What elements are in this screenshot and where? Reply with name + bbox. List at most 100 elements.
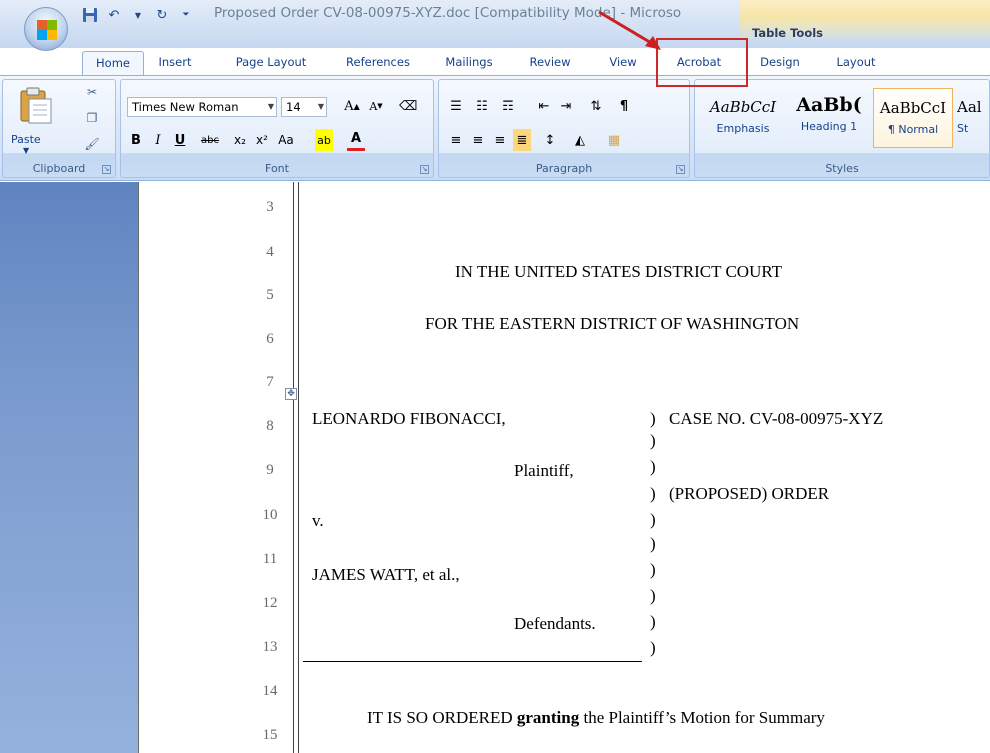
style-name: ¶ Normal bbox=[887, 123, 939, 136]
paste-dropdown-icon[interactable]: ▼ bbox=[23, 146, 29, 155]
cut-icon[interactable]: ✂ bbox=[83, 84, 101, 100]
chevron-down-icon[interactable]: ▼ bbox=[318, 98, 324, 116]
plaintiff-role: Plaintiff, bbox=[514, 461, 574, 480]
change-case-icon[interactable]: Aa bbox=[277, 129, 295, 151]
style-name: Emphasis bbox=[716, 122, 770, 135]
acrobat-highlight-box bbox=[656, 38, 748, 87]
style-emphasis[interactable]: AaBbCcI Emphasis bbox=[703, 88, 783, 148]
styles-group: AaBbCcI Emphasis AaBb( Heading 1 AaBbCcI… bbox=[694, 79, 990, 178]
increase-indent-icon[interactable]: ⇥ bbox=[557, 95, 575, 117]
style-normal[interactable]: AaBbCcI ¶ Normal bbox=[873, 88, 953, 148]
bold-icon[interactable]: B bbox=[127, 129, 145, 151]
numbering-icon[interactable]: ☷ bbox=[473, 95, 491, 117]
chevron-down-icon[interactable]: ▼ bbox=[128, 6, 148, 24]
customize-icon[interactable]: ⏷ bbox=[176, 6, 196, 24]
court-heading-line-2: FOR THE EASTERN DISTRICT OF WASHINGTON bbox=[425, 314, 800, 333]
tab-layout[interactable]: Layout bbox=[828, 51, 884, 75]
justify-icon[interactable]: ≣ bbox=[513, 129, 531, 151]
order-text-bold: granting bbox=[516, 708, 580, 727]
tab-home[interactable]: Home bbox=[82, 51, 144, 77]
font-color-icon[interactable]: A bbox=[347, 129, 365, 151]
underline-icon[interactable]: U bbox=[171, 129, 189, 151]
style-name: St bbox=[957, 122, 969, 135]
format-painter-icon[interactable]: 🖌 bbox=[83, 136, 101, 152]
case-number: CASE NO. CV-08-00975-XYZ bbox=[669, 409, 884, 428]
multilevel-list-icon[interactable]: ☶ bbox=[499, 95, 517, 117]
undo-icon[interactable]: ↶ bbox=[104, 6, 124, 24]
shrink-font-icon[interactable]: A ▼ bbox=[367, 95, 385, 117]
order-paragraph: IT IS SO ORDERED granting the Plaintiff’… bbox=[367, 708, 825, 728]
font-launcher-icon[interactable]: ↘ bbox=[420, 165, 429, 174]
quick-access-toolbar: ↶ ▼ ↻ ⏷ bbox=[80, 4, 196, 26]
copy-icon[interactable]: ❐ bbox=[83, 110, 101, 126]
tab-view[interactable]: View bbox=[600, 51, 646, 75]
caption-paren: ) bbox=[650, 612, 656, 631]
line-number: 10 bbox=[262, 507, 278, 523]
style-sample: Aal bbox=[957, 98, 982, 116]
strikethrough-icon[interactable]: abc bbox=[201, 129, 219, 151]
paste-button[interactable]: Paste bbox=[11, 133, 41, 146]
redo-icon[interactable]: ↻ bbox=[152, 6, 172, 24]
line-number: 12 bbox=[262, 595, 278, 611]
align-left-icon[interactable]: ≡ bbox=[447, 129, 465, 151]
align-center-icon[interactable]: ≡ bbox=[469, 129, 487, 151]
table-tools-label: Table Tools bbox=[752, 26, 824, 40]
line-spacing-icon[interactable]: ↕ bbox=[541, 129, 559, 151]
font-group-label: Font bbox=[265, 162, 289, 175]
line-number: 14 bbox=[262, 683, 278, 699]
tab-mailings[interactable]: Mailings bbox=[436, 51, 502, 75]
sort-icon[interactable]: ⇅ bbox=[587, 95, 605, 117]
clipboard-launcher-icon[interactable]: ↘ bbox=[102, 165, 111, 174]
chevron-down-icon[interactable]: ▼ bbox=[268, 98, 274, 116]
bullets-icon[interactable]: ☰ bbox=[447, 95, 465, 117]
tab-page-layout[interactable]: Page Layout bbox=[226, 51, 316, 75]
line-number: 11 bbox=[262, 551, 278, 567]
caption-paren: ) bbox=[650, 457, 656, 476]
line-number-rule bbox=[298, 182, 299, 753]
office-button[interactable] bbox=[24, 7, 68, 51]
style-more[interactable]: Aal St bbox=[957, 88, 990, 148]
line-number: 13 bbox=[262, 639, 278, 655]
order-text-end: the Plaintiff’s Motion for Summary bbox=[579, 708, 825, 727]
align-right-icon[interactable]: ≡ bbox=[491, 129, 509, 151]
grow-font-icon[interactable]: A ▲ bbox=[343, 95, 361, 117]
line-number: 4 bbox=[266, 244, 274, 260]
line-number: 15 bbox=[262, 727, 278, 743]
plaintiff-name: LEONARDO FIBONACCI, bbox=[312, 409, 506, 428]
tab-insert[interactable]: Insert bbox=[150, 51, 200, 75]
ribbon: Paste ▼ ✂ ❐ 🖌 Clipboard ↘ Times New Roma… bbox=[0, 75, 990, 181]
style-heading-1[interactable]: AaBb( Heading 1 bbox=[789, 88, 869, 148]
save-icon[interactable] bbox=[80, 6, 100, 24]
tab-references[interactable]: References bbox=[336, 51, 420, 75]
line-number: 9 bbox=[266, 462, 274, 478]
paragraph-group-label: Paragraph bbox=[535, 162, 593, 175]
ribbon-tabs: Home Insert Page Layout References Maili… bbox=[0, 51, 990, 77]
order-text-start: IT IS SO ORDERED bbox=[367, 708, 517, 727]
style-sample: AaBb( bbox=[796, 94, 862, 116]
clear-formatting-icon[interactable]: ⌫ bbox=[399, 95, 417, 117]
paragraph-launcher-icon[interactable]: ↘ bbox=[676, 165, 685, 174]
line-number-rule bbox=[293, 182, 294, 753]
font-name-value: Times New Roman bbox=[132, 100, 239, 114]
tab-design[interactable]: Design bbox=[752, 51, 808, 75]
font-name-combo[interactable]: Times New Roman ▼ bbox=[127, 97, 277, 117]
red-arrow-icon bbox=[598, 10, 661, 50]
show-formatting-icon[interactable]: ¶ bbox=[615, 95, 633, 117]
font-group: Times New Roman ▼ 14 ▼ A ▲ A ▼ ⌫ B I U abc… bbox=[120, 79, 434, 178]
superscript-icon[interactable]: x² bbox=[253, 129, 271, 151]
shading-icon[interactable]: ◭ bbox=[571, 129, 589, 151]
line-number: 5 bbox=[266, 287, 274, 303]
versus-text: v. bbox=[312, 511, 324, 530]
line-number: 7 bbox=[266, 374, 274, 390]
clipboard-group: Paste ▼ ✂ ❐ 🖌 Clipboard ↘ bbox=[2, 79, 116, 178]
defendant-role: Defendants. bbox=[514, 614, 596, 633]
decrease-indent-icon[interactable]: ⇤ bbox=[535, 95, 553, 117]
tab-review[interactable]: Review bbox=[522, 51, 578, 75]
highlight-icon[interactable]: ab bbox=[315, 129, 333, 151]
borders-icon[interactable]: ▦ bbox=[605, 129, 623, 151]
font-size-combo[interactable]: 14 ▼ bbox=[281, 97, 327, 117]
paste-icon[interactable] bbox=[15, 85, 55, 125]
subscript-icon[interactable]: x₂ bbox=[231, 129, 249, 151]
italic-icon[interactable]: I bbox=[149, 129, 167, 151]
table-move-handle-icon[interactable]: ✥ bbox=[285, 388, 297, 400]
